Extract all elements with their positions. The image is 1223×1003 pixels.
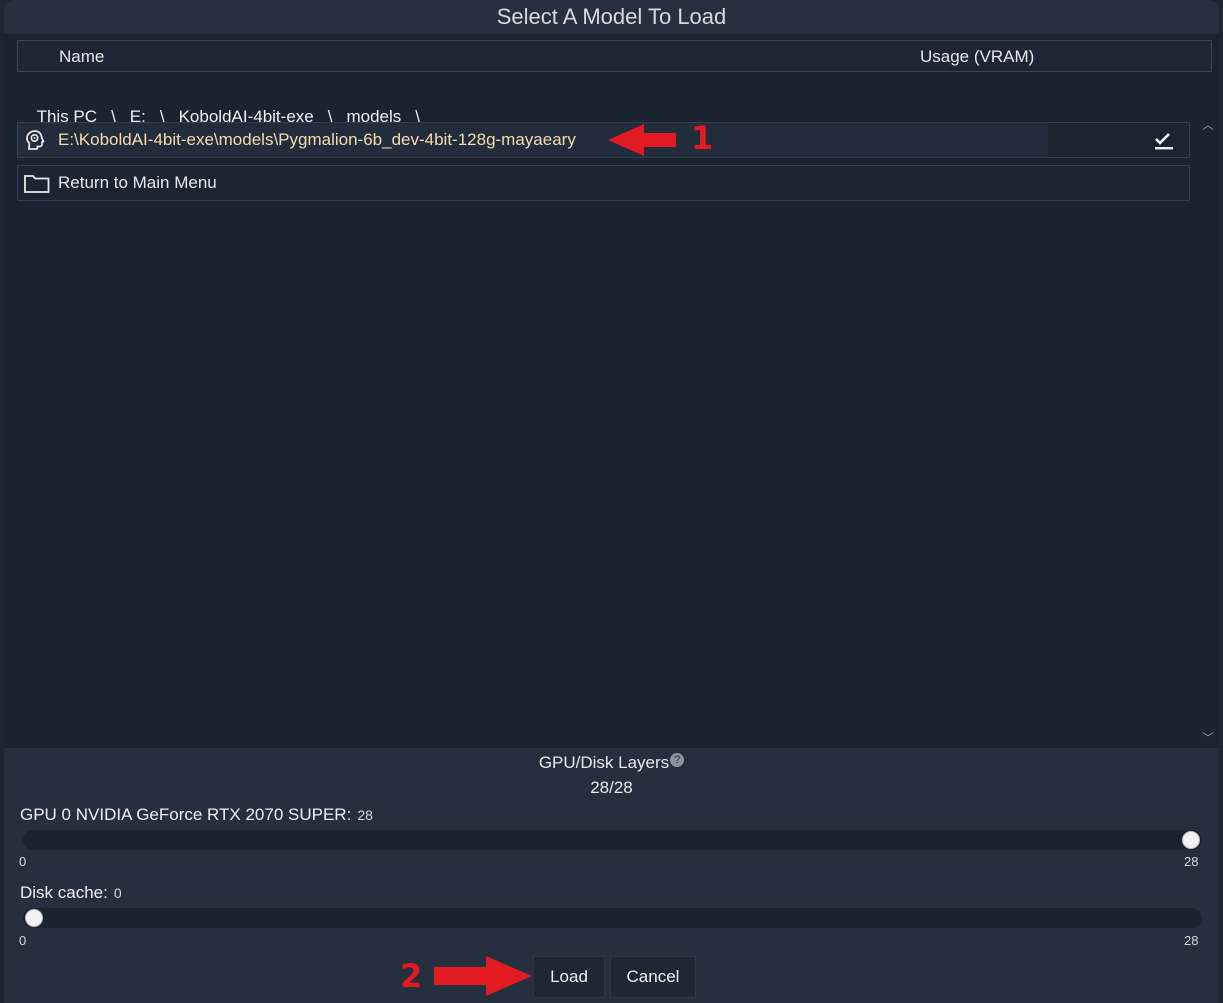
model-load-dialog: Select A Model To Load Name Usage (VRAM)… xyxy=(4,0,1219,1003)
annotation-arrow-right-icon xyxy=(434,956,532,996)
column-usage[interactable]: Usage (VRAM) xyxy=(920,47,1034,67)
annotation-number-1: 1 xyxy=(691,119,714,157)
layers-title-row: GPU/Disk Layers? xyxy=(4,753,1219,773)
gpu-slider-min: 0 xyxy=(19,854,27,869)
gpu-slider-value: 28 xyxy=(357,807,373,823)
gpu-slider-label: GPU 0 NVIDIA GeForce RTX 2070 SUPER: xyxy=(20,805,352,824)
disk-slider-label: Disk cache: xyxy=(20,883,108,902)
annotation-arrow-left-icon xyxy=(608,124,676,156)
disk-slider-label-row: Disk cache: 0 xyxy=(20,883,122,903)
gpu-slider-thumb[interactable] xyxy=(1182,831,1200,849)
annotation-number-2: 2 xyxy=(400,957,423,995)
help-icon[interactable]: ? xyxy=(670,753,685,767)
return-to-main-menu-row[interactable]: Return to Main Menu xyxy=(17,165,1190,201)
disk-cache-slider[interactable] xyxy=(23,908,1202,928)
gpu-layers-slider[interactable] xyxy=(23,830,1202,850)
checkmark-icon[interactable] xyxy=(1153,130,1175,157)
layers-value: 28/28 xyxy=(590,778,633,797)
load-button[interactable]: Load xyxy=(533,956,605,998)
scroll-down-icon[interactable]: ﹀ xyxy=(1202,729,1214,746)
disk-slider-thumb[interactable] xyxy=(25,909,43,927)
disk-slider-min: 0 xyxy=(19,933,27,948)
list-scrollbar[interactable]: ︿ ﹀ xyxy=(1200,114,1218,748)
disk-slider-value: 0 xyxy=(113,885,122,901)
folder-icon xyxy=(23,171,51,200)
gpu-slider-label-row: GPU 0 NVIDIA GeForce RTX 2070 SUPER: 28 xyxy=(20,805,373,825)
model-path-label: E:\KoboldAI-4bit-exe\models\Pygmalion-6b… xyxy=(58,130,576,149)
scroll-up-icon[interactable]: ︿ xyxy=(1202,116,1214,133)
layers-title: GPU/Disk Layers xyxy=(538,753,670,772)
cancel-button[interactable]: Cancel xyxy=(610,956,696,998)
column-header: Name Usage (VRAM) xyxy=(17,40,1212,72)
brain-icon xyxy=(23,128,47,157)
dialog-title: Select A Model To Load xyxy=(4,0,1219,34)
column-name[interactable]: Name xyxy=(59,47,104,67)
return-to-main-menu-label: Return to Main Menu xyxy=(58,173,217,192)
gpu-slider-max: 28 xyxy=(1184,854,1199,869)
disk-slider-max: 28 xyxy=(1184,933,1199,948)
